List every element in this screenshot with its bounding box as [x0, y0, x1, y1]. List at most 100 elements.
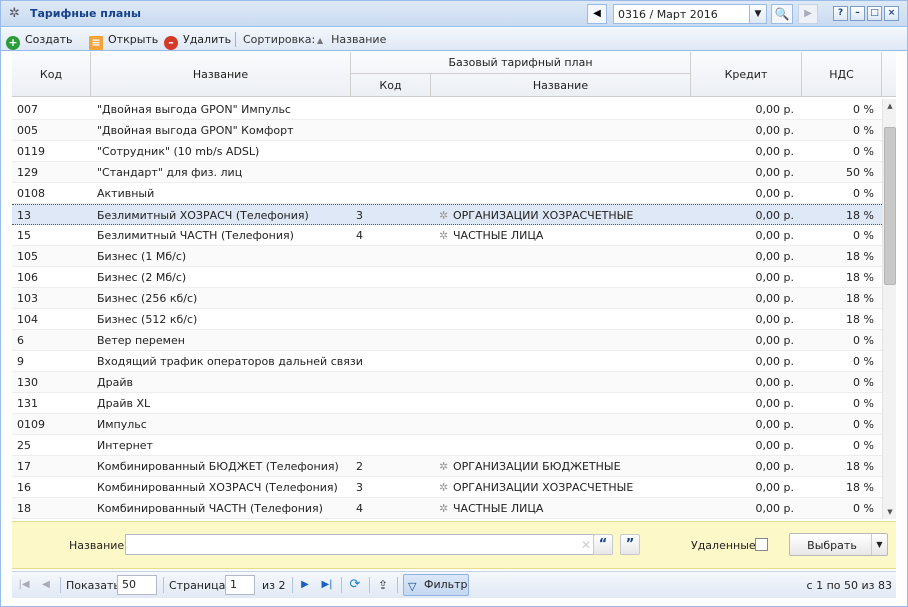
page-number-input[interactable]: 1 — [225, 575, 255, 595]
cell-vat: 0 % — [853, 145, 874, 158]
cell-code-text: 25 — [17, 439, 31, 452]
table-row[interactable]: 129 "Стандарт" для физ. лиц 0,00 р. 50 % — [12, 162, 882, 183]
cell-vat: 0 % — [853, 376, 874, 389]
cell-credit: 0,00 р. — [756, 103, 794, 116]
deleted-checkbox[interactable] — [755, 538, 768, 551]
next-page-icon[interactable]: ▶ — [297, 577, 313, 593]
table-row[interactable]: 104 Бизнес (512 кб/с) 0,00 р. 18 % — [12, 309, 882, 330]
cell-code: 13 — [17, 209, 31, 222]
open-quote-button[interactable]: “ — [593, 534, 613, 555]
table-row[interactable]: 007 "Двойная выгода GPON" Импульс 0,00 р. 0… — [12, 99, 882, 120]
table-row[interactable]: 0119 "Сотрудник" (10 mb/s ADSL) 0,00 р. 0 % — [12, 141, 882, 162]
table-row[interactable]: 18 Комбинированный ЧАСТН (Телефония) 4 ✲ ЧАС… — [12, 498, 882, 519]
col-credit-header[interactable]: Кредит — [691, 52, 802, 97]
help-button[interactable]: ? — [833, 6, 848, 21]
cell-name-text: Входящий трафик операторов дальней связи — [97, 355, 363, 368]
cell-vat-text: 0 % — [853, 187, 874, 200]
cell-vat-text: 0 % — [853, 103, 874, 116]
cell-base-name-text: ОРГАНИЗАЦИИ ХОЗРАСЧЕТНЫЕ — [453, 481, 634, 494]
cell-base-code: 2 — [356, 460, 363, 473]
cell-base-code: 3 — [356, 209, 363, 222]
col-code-header[interactable]: Код — [12, 52, 91, 97]
cell-vat: 18 % — [846, 460, 874, 473]
export-icon[interactable]: ⇪ — [375, 577, 391, 593]
table-row[interactable]: 005 "Двойная выгода GPON" Комфорт 0,00 р. 0… — [12, 120, 882, 141]
scroll-down-icon[interactable]: ▼ — [883, 505, 897, 519]
col-name-header[interactable]: Название — [91, 52, 351, 97]
cell-vat-text: 0 % — [853, 418, 874, 431]
chevron-down-icon[interactable]: ▼ — [871, 534, 887, 555]
open-button[interactable]: ≡ Открыть — [89, 32, 158, 50]
cell-name-text: Драйв XL — [97, 397, 151, 410]
col-base-name-header[interactable]: Название — [431, 74, 691, 97]
close-quote-button[interactable]: ” — [620, 534, 640, 555]
table-row[interactable]: 17 Комбинированный БЮДЖЕТ (Телефония) 2 ✲ ОР… — [12, 456, 882, 477]
next-period-button[interactable]: ▶ — [798, 4, 818, 24]
last-page-icon[interactable]: ▶| — [319, 577, 335, 593]
cell-code: 103 — [17, 292, 38, 305]
table-row[interactable]: 25 Интернет 0,00 р. 0 % — [12, 435, 882, 456]
table-row[interactable]: 131 Драйв XL 0,00 р. 0 % — [12, 393, 882, 414]
select-button[interactable]: Выбрать ▼ — [789, 533, 888, 556]
table-row[interactable]: 15 Безлимитный ЧАСТН (Телефония) 4 ✲ ЧАСТНЫЕ… — [12, 225, 882, 246]
triangle-right-icon: ▶ — [804, 8, 812, 19]
maximize-button[interactable]: □ — [867, 6, 882, 21]
table-row[interactable]: 0109 Импульс 0,00 р. 0 % — [12, 414, 882, 435]
delete-button[interactable]: – Удалить — [164, 32, 231, 50]
cell-code: 007 — [17, 103, 38, 116]
cell-name: Безлимитный ЧАСТН (Телефония) — [97, 229, 294, 242]
first-page-icon[interactable]: |◀ — [16, 577, 32, 593]
minimize-button[interactable]: – — [850, 6, 865, 21]
table-row[interactable]: 103 Бизнес (256 кб/с) 0,00 р. 18 % — [12, 288, 882, 309]
col-vat-header[interactable]: НДС — [802, 52, 882, 97]
cell-code-text: 0119 — [17, 145, 45, 158]
cell-base-name-text: ОРГАНИЗАЦИИ БЮДЖЕТНЫЕ — [453, 460, 621, 473]
table-row[interactable]: 16 Комбинированный ХОЗРАСЧ (Телефония) 3 ✲ О… — [12, 477, 882, 498]
cell-vat: 0 % — [853, 355, 874, 368]
cell-credit-text: 0,00 р. — [755, 460, 794, 473]
table-row[interactable]: 0108 Активный 0,00 р. 0 % — [12, 183, 882, 204]
cell-code: 6 — [17, 334, 24, 347]
table-row[interactable]: 130 Драйв 0,00 р. 0 % — [12, 372, 882, 393]
cell-credit: 0,00 р. — [756, 209, 794, 222]
table-row[interactable]: 105 Бизнес (1 Мб/с) 0,00 р. 18 % — [12, 246, 882, 267]
pager-divider — [341, 577, 342, 593]
cell-name-text: "Двойная выгода GPON" Комфорт — [97, 124, 294, 137]
cell-credit: 0,00 р. — [756, 271, 794, 284]
table-row[interactable]: 9 Входящий трафик операторов дальней связ… — [12, 351, 882, 372]
cell-code: 104 — [17, 313, 38, 326]
scroll-thumb[interactable] — [884, 127, 896, 285]
cell-credit-text: 0,00 р. — [755, 124, 794, 137]
cell-code-text: 17 — [17, 460, 31, 473]
table-row[interactable]: 13 Безлимитный ХОЗРАСЧ (Телефония) 3 ✲ ОРГАН… — [12, 204, 882, 225]
clear-icon[interactable]: ✕ — [581, 538, 591, 552]
table-row[interactable]: 106 Бизнес (2 Мб/с) 0,00 р. 18 % — [12, 267, 882, 288]
vertical-scrollbar[interactable]: ▲ ▼ — [882, 99, 896, 519]
filter-toggle-button[interactable]: ▽ Фильтр — [403, 574, 469, 596]
sort-field-button[interactable]: ▲ Название — [317, 33, 386, 46]
cell-base-code-text: 4 — [356, 229, 363, 242]
cell-credit: 0,00 р. — [756, 334, 794, 347]
prev-period-button[interactable]: ◀ — [587, 4, 607, 24]
period-search-button[interactable]: 🔍 — [771, 4, 793, 24]
cell-code: 106 — [17, 271, 38, 284]
cell-name-text: Комбинированный ХОЗРАСЧ (Телефония) — [97, 481, 338, 494]
cell-name-text: Бизнес (2 Мб/с) — [97, 271, 187, 284]
tariff-plans-window: ✲ Тарифные планы ◀ 0316 / Март 2016 ▼ 🔍 … — [0, 0, 908, 607]
create-button[interactable]: + Создать — [6, 32, 73, 50]
name-filter-input[interactable]: ✕ — [125, 534, 597, 555]
col-base-code-header[interactable]: Код — [351, 74, 431, 97]
cell-credit-text: 0,00 р. — [755, 481, 794, 494]
chevron-down-icon[interactable]: ▼ — [749, 5, 766, 23]
table-row[interactable]: 6 Ветер перемен 0,00 р. 0 % — [12, 330, 882, 351]
cell-credit-text: 0,00 р. — [755, 145, 794, 158]
scroll-up-icon[interactable]: ▲ — [883, 99, 897, 113]
close-button[interactable]: × — [884, 6, 899, 21]
page-size-input[interactable]: 50 — [117, 575, 157, 595]
refresh-icon[interactable]: ⟳ — [347, 577, 363, 593]
cell-name-text: Комбинированный ЧАСТН (Телефония) — [97, 502, 323, 515]
period-combo[interactable]: 0316 / Март 2016 ▼ — [613, 4, 767, 24]
cell-code-text: 130 — [17, 376, 38, 389]
cell-vat-text: 18 % — [846, 481, 874, 494]
prev-page-icon[interactable]: ◀ — [38, 577, 54, 593]
